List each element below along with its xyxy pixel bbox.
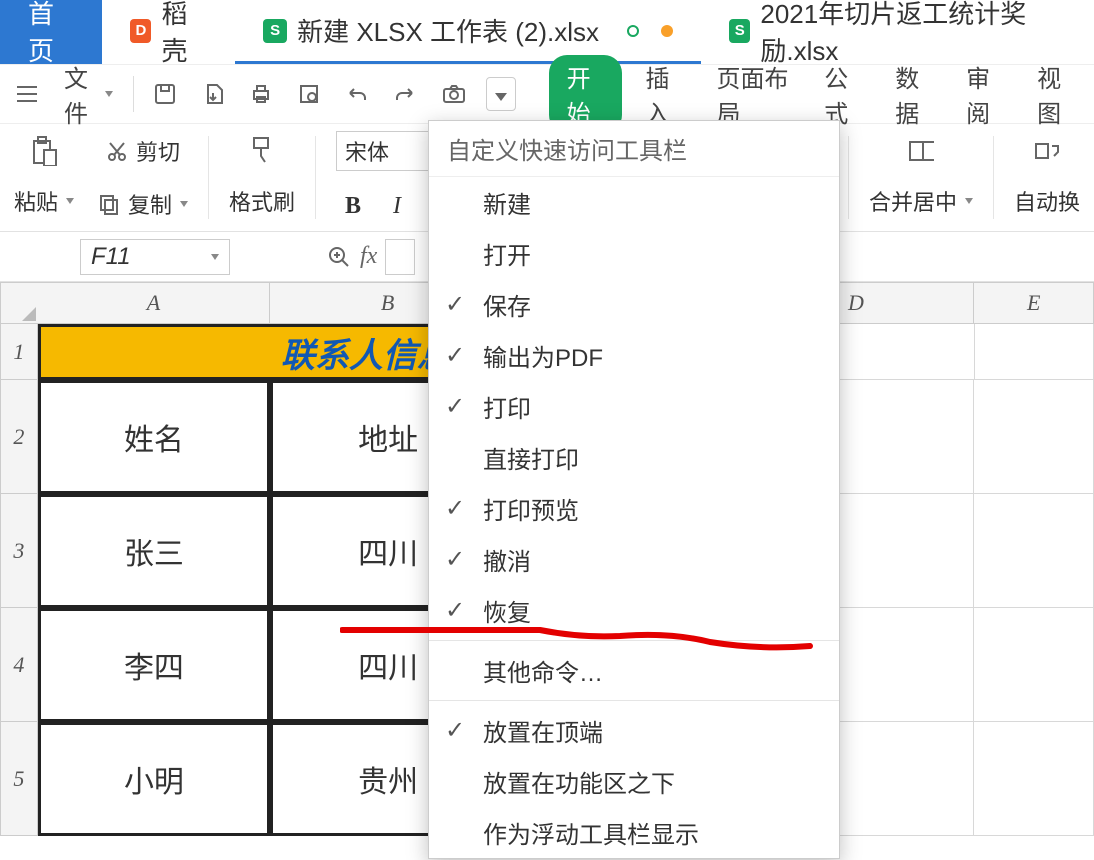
daoke-icon: D [130, 19, 151, 43]
status-modified-icon [661, 25, 673, 37]
paste-button[interactable]: 粘贴 [14, 185, 74, 217]
clipboard-group: 粘贴 [8, 128, 80, 227]
qat-item-new[interactable]: 新建 [429, 177, 839, 228]
zoom-icon[interactable] [326, 244, 352, 270]
status-open-icon [627, 25, 639, 37]
wrap-text-icon[interactable] [1034, 138, 1060, 164]
format-painter-icon[interactable] [249, 138, 275, 164]
export-pdf-icon[interactable] [196, 79, 230, 109]
cell-A4[interactable]: 李四 [38, 608, 270, 722]
undo-icon[interactable] [340, 79, 374, 109]
row-header-3[interactable]: 3 [0, 494, 38, 608]
copy-button[interactable]: 复制 [96, 188, 188, 220]
wrap-text-button[interactable]: 自动换 [1014, 185, 1080, 217]
print-icon[interactable] [244, 79, 278, 109]
screenshot-icon[interactable] [436, 80, 472, 108]
qat-item-redo[interactable]: ✓恢复 [429, 585, 839, 636]
qat-place-floating[interactable]: 作为浮动工具栏显示 [429, 807, 839, 858]
formula-input[interactable] [385, 239, 415, 275]
format-painter-button[interactable]: 格式刷 [229, 185, 295, 217]
redo-icon[interactable] [388, 79, 422, 109]
paste-icon[interactable] [31, 138, 57, 164]
menu-icon[interactable] [10, 81, 44, 107]
customize-qat-button[interactable] [486, 77, 516, 111]
menu-review[interactable]: 审阅 [956, 55, 1013, 133]
check-icon: ✓ [441, 549, 469, 571]
tab-daoke[interactable]: D 稻壳 [102, 0, 235, 64]
qat-item-print[interactable]: ✓打印 [429, 381, 839, 432]
cell-E1[interactable] [975, 324, 1094, 380]
scissors-icon [104, 138, 130, 164]
cell-A5[interactable]: 小明 [38, 722, 270, 836]
copy-icon [96, 191, 122, 217]
spreadsheet-icon: S [263, 19, 287, 43]
file-menu[interactable]: 文件 [58, 55, 119, 133]
check-icon: ✓ [441, 720, 469, 742]
name-box[interactable]: F11 [80, 239, 230, 275]
merge-center-button[interactable]: 合并居中 [869, 185, 973, 217]
menu-data[interactable]: 数据 [885, 55, 942, 133]
qat-place-top[interactable]: ✓放置在顶端 [429, 705, 839, 756]
quick-access-row: 文件 开始 插入 页面布局 公式 数据 审阅 视图 [0, 64, 1094, 124]
spreadsheet-icon: S [729, 19, 750, 43]
cell-E4[interactable] [974, 608, 1094, 722]
check-icon: ✓ [441, 345, 469, 367]
cell-E2[interactable] [974, 380, 1094, 494]
bold-button[interactable]: B [336, 190, 370, 224]
row-header-2[interactable]: 2 [0, 380, 38, 494]
qat-item-direct-print[interactable]: 直接打印 [429, 432, 839, 483]
check-icon: ✓ [441, 498, 469, 520]
qat-other-commands[interactable]: 其他命令… [429, 645, 839, 696]
qat-item-export-pdf[interactable]: ✓输出为PDF [429, 330, 839, 381]
qat-item-undo[interactable]: ✓撤消 [429, 534, 839, 585]
cell-A2[interactable]: 姓名 [38, 380, 270, 494]
italic-button[interactable]: I [380, 190, 414, 224]
check-icon: ✓ [441, 600, 469, 622]
tab-current-file[interactable]: S 新建 XLSX 工作表 (2).xlsx [235, 0, 701, 64]
cell-E5[interactable] [974, 722, 1094, 836]
qat-item-print-preview[interactable]: ✓打印预览 [429, 483, 839, 534]
cut-button[interactable]: 剪切 [104, 135, 180, 167]
check-icon: ✓ [441, 294, 469, 316]
row-header-5[interactable]: 5 [0, 722, 38, 836]
qat-item-save[interactable]: ✓保存 [429, 279, 839, 330]
menu-view[interactable]: 视图 [1027, 55, 1084, 133]
row-header-4[interactable]: 4 [0, 608, 38, 722]
customize-qat-menu: 自定义快速访问工具栏 新建 打开 ✓保存 ✓输出为PDF ✓打印 直接打印 ✓打… [428, 120, 840, 859]
cell-A3[interactable]: 张三 [38, 494, 270, 608]
merge-icon[interactable] [908, 138, 934, 164]
col-header-A[interactable]: A [38, 282, 270, 324]
print-preview-icon[interactable] [292, 79, 326, 109]
qat-menu-header: 自定义快速访问工具栏 [429, 121, 839, 177]
select-all-corner[interactable] [0, 282, 38, 324]
check-icon: ✓ [441, 396, 469, 418]
col-header-E[interactable]: E [974, 282, 1094, 324]
row-header-1[interactable]: 1 [0, 324, 38, 380]
fx-label[interactable]: fx [360, 243, 377, 270]
qat-place-below-ribbon[interactable]: 放置在功能区之下 [429, 756, 839, 807]
cell-E3[interactable] [974, 494, 1094, 608]
save-icon[interactable] [148, 79, 182, 109]
qat-item-open[interactable]: 打开 [429, 228, 839, 279]
